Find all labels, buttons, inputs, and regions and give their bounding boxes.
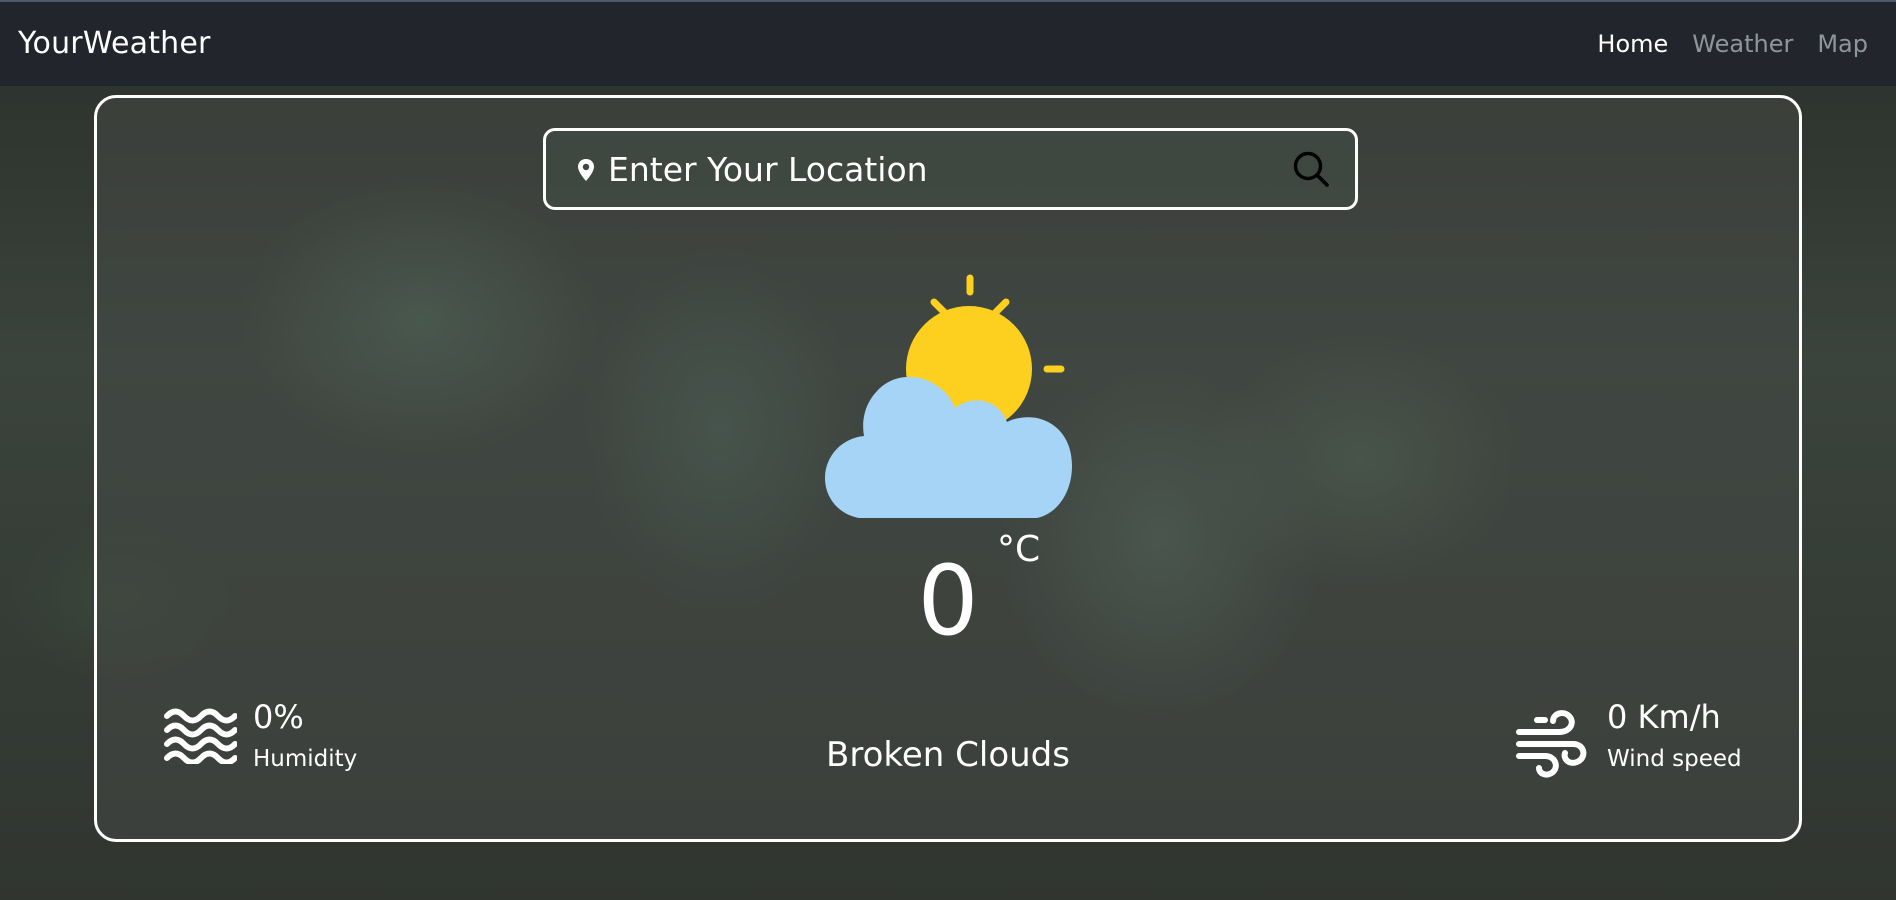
- nav-map-link[interactable]: Map: [1817, 30, 1868, 58]
- wind-speed-value: 0 Km/h: [1607, 698, 1721, 736]
- main-nav: Home Weather Map: [1597, 30, 1868, 58]
- top-navbar: YourWeather Home Weather Map: [0, 0, 1896, 86]
- nav-home-link[interactable]: Home: [1597, 30, 1668, 58]
- location-search-box: [543, 128, 1358, 210]
- nav-weather-link[interactable]: Weather: [1692, 30, 1793, 58]
- weather-card: 0 °C Broken Clouds 0% Humidity 0 Km/h Wi…: [94, 95, 1802, 842]
- map-pin-icon: [578, 159, 594, 181]
- humidity-stat: 0% Humidity: [163, 698, 383, 778]
- wind-speed-label: Wind speed: [1607, 746, 1742, 772]
- temperature-value: 0: [917, 545, 979, 657]
- partly-cloudy-icon: [825, 274, 1072, 518]
- location-input[interactable]: [608, 145, 1258, 193]
- humidity-waves-icon: [164, 708, 237, 764]
- wind-speed-stat: 0 Km/h Wind speed: [1515, 698, 1755, 778]
- temperature-display: 0 °C: [97, 529, 1799, 657]
- temperature-unit: °C: [997, 529, 1041, 570]
- wind-icon: [1516, 710, 1587, 778]
- humidity-label: Humidity: [253, 746, 358, 772]
- search-icon[interactable]: [1291, 149, 1333, 191]
- humidity-value: 0%: [253, 698, 304, 736]
- brand-logo[interactable]: YourWeather: [18, 26, 211, 61]
